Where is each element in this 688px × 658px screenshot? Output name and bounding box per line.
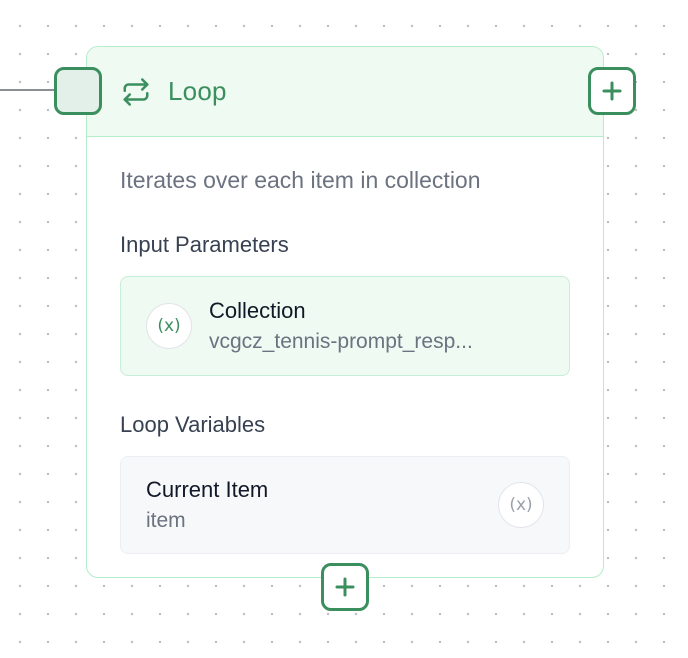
node-header: Loop <box>87 47 603 137</box>
loop-variable-value: item <box>146 509 186 532</box>
incoming-edge <box>0 89 58 91</box>
loop-variable-current-item[interactable]: Current Item item (x) <box>120 456 570 554</box>
node-body: Iterates over each item in collection In… <box>87 167 603 554</box>
input-parameter-collection[interactable]: (x) Collection vcgcz_tennis-prompt_resp.… <box>120 276 570 376</box>
loop-variable-text: Current Item item <box>146 477 268 533</box>
loop-node[interactable]: Loop Iterates over each item in collecti… <box>86 46 604 578</box>
node-description: Iterates over each item in collection <box>120 167 481 193</box>
node-title: Loop <box>168 76 227 106</box>
plus-icon <box>602 81 622 101</box>
input-parameters-heading: Input Parameters <box>120 232 289 257</box>
loop-variable-name: Current Item <box>146 477 269 502</box>
input-handle[interactable] <box>54 67 102 115</box>
variable-icon[interactable]: (x) <box>498 482 544 528</box>
add-loop-body-node-button[interactable] <box>321 563 369 611</box>
variable-icon[interactable]: (x) <box>146 303 192 349</box>
add-next-node-button[interactable] <box>588 67 636 115</box>
parameter-value: vcgcz_tennis-prompt_resp... <box>209 330 473 353</box>
loop-variables-heading: Loop Variables <box>120 412 266 437</box>
parameter-text: Collection vcgcz_tennis-prompt_resp... <box>209 298 535 354</box>
parameter-name: Collection <box>209 298 306 323</box>
repeat-icon <box>121 77 151 107</box>
plus-icon <box>335 577 355 597</box>
